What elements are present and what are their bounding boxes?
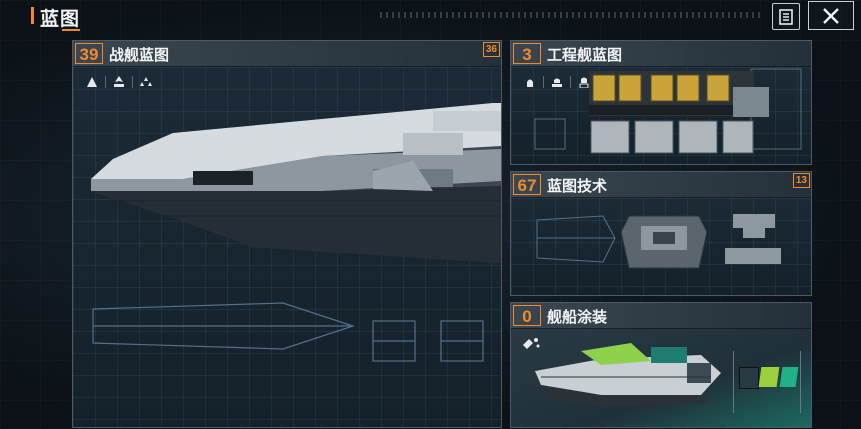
header-hatch — [380, 12, 760, 18]
skin-swatch-teal[interactable] — [779, 367, 799, 387]
skin-swatch-green[interactable] — [758, 367, 780, 387]
engineering-ship-illustration — [534, 68, 802, 154]
engineering-blueprint-panel[interactable]: 3 工程舰蓝图 — [510, 40, 812, 165]
close-icon — [823, 7, 839, 24]
title-accent — [31, 7, 34, 24]
tech-module-illustration — [536, 214, 781, 269]
ship-skin-panel[interactable]: 0 舰船涂装 — [510, 302, 812, 428]
skin-swatch-dark[interactable] — [739, 367, 759, 389]
title-underline — [62, 29, 80, 31]
notes-icon — [779, 8, 793, 25]
battleship-illustration — [91, 103, 501, 362]
page-title: 蓝图 — [40, 9, 81, 30]
battleship-blueprint-panel[interactable]: 39 战舰蓝图 36 — [72, 40, 502, 428]
close-button[interactable] — [808, 1, 854, 30]
blueprint-tech-panel[interactable]: 67 蓝图技术 13 — [510, 171, 812, 296]
notes-button[interactable] — [772, 3, 800, 30]
top-bar: 蓝图 — [0, 0, 861, 32]
